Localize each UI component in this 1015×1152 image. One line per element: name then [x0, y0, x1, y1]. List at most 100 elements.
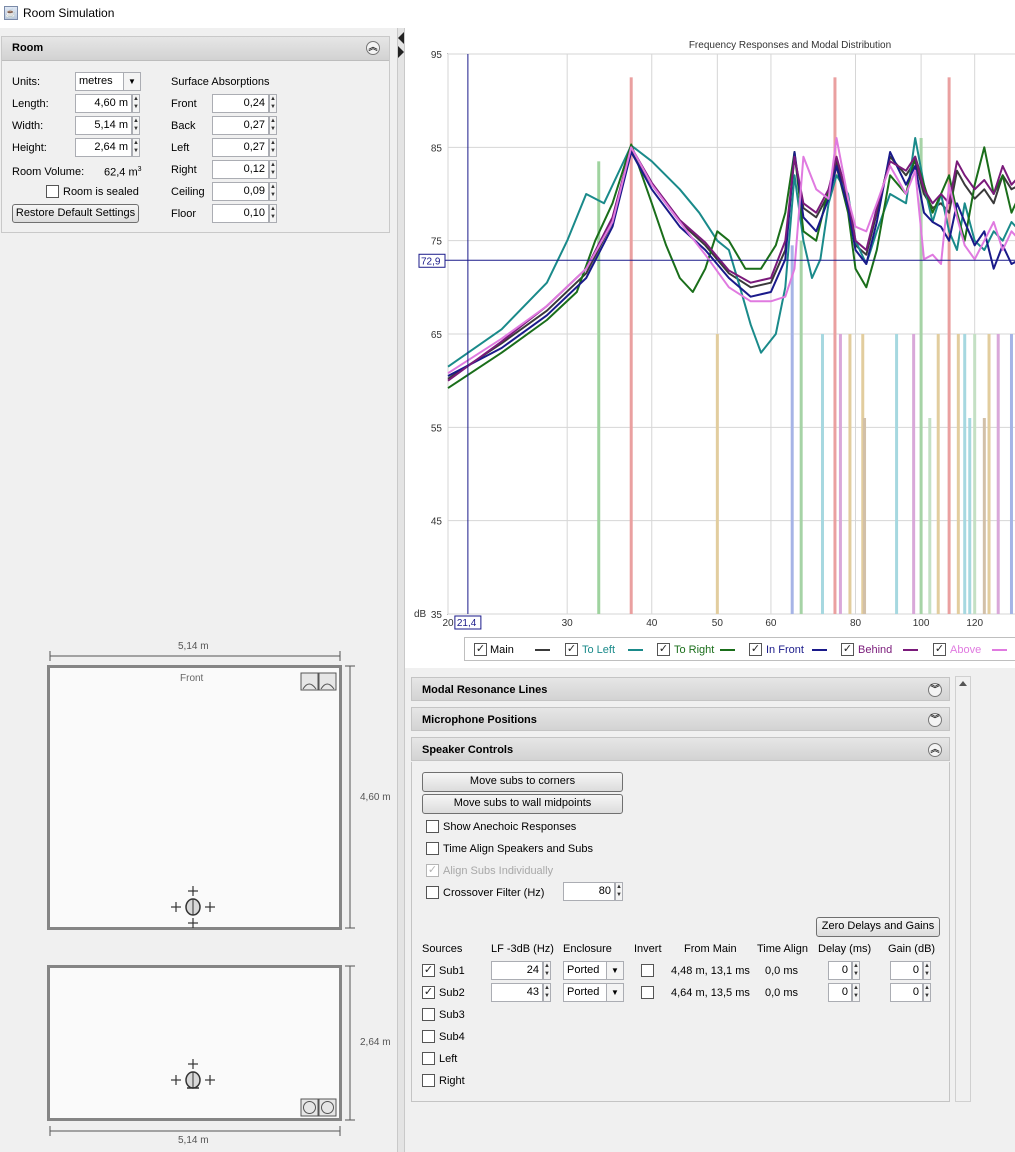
cursor-x-readout: 21,4	[457, 618, 477, 629]
plan-side-length: 4,60 m	[360, 792, 391, 803]
legend-to-right-checkbox[interactable]: ✓	[657, 643, 670, 656]
length-field[interactable]: 4,60 m	[75, 94, 132, 113]
sub1-lf-field[interactable]: 24	[491, 961, 543, 980]
room-sealed-checkbox[interactable]	[46, 185, 59, 198]
volume-unit-sup: 3	[137, 166, 142, 173]
sub2-lf-spinner[interactable]: ▲ ▼	[543, 983, 551, 1002]
surface-floor-spinner[interactable]: ▲ ▼	[269, 204, 277, 223]
crossover-filter-checkbox[interactable]	[426, 886, 439, 899]
front-wall-label: Front	[180, 673, 204, 684]
source-sub4-checkbox[interactable]	[422, 1030, 435, 1043]
sub-speakers-top-icon[interactable]	[299, 672, 339, 692]
legend-in-front-swatch	[812, 649, 827, 651]
sub1-enclosure-select[interactable]: Ported ▼	[563, 961, 624, 980]
restore-defaults-button[interactable]: Restore Default Settings	[12, 204, 139, 223]
col-delay: Delay (ms)	[818, 943, 872, 955]
units-select[interactable]: metres ▼	[75, 72, 141, 91]
sub1-gain-spinner[interactable]: ▲ ▼	[923, 961, 931, 980]
sub-speakers-side-icon[interactable]	[299, 1098, 339, 1118]
expand-down-icon[interactable]: ︾	[928, 713, 942, 727]
microphone-top-icon[interactable]	[168, 882, 218, 932]
width-field[interactable]: 5,14 m	[75, 116, 132, 135]
surface-back-spinner[interactable]: ▲ ▼	[269, 116, 277, 135]
sub2-gain-spinner[interactable]: ▲ ▼	[923, 983, 931, 1002]
legend-main-checkbox[interactable]: ✓	[474, 643, 487, 656]
sub1-gain-field[interactable]: 0	[890, 961, 923, 980]
time-align-checkbox[interactable]	[426, 842, 439, 855]
room-panel-title: Room	[12, 42, 44, 54]
source-sub1-checkbox[interactable]: ✓	[422, 964, 435, 977]
sub2-lf-field[interactable]: 43	[491, 983, 543, 1002]
sub2-delay-spinner[interactable]: ▲ ▼	[852, 983, 860, 1002]
surface-left-field[interactable]: 0,27	[212, 138, 269, 157]
width-spinner[interactable]: ▲ ▼	[132, 116, 140, 135]
cursor-y-readout: 72,9	[421, 256, 441, 267]
legend-to-left-checkbox[interactable]: ✓	[565, 643, 578, 656]
y-axis-unit: dB	[414, 609, 427, 620]
surface-back-field[interactable]: 0,27	[212, 116, 269, 135]
modal-section-title: Modal Resonance Lines	[422, 684, 548, 696]
surface-front-spinner[interactable]: ▲ ▼	[269, 94, 277, 113]
align-subs-individually-checkbox[interactable]: ✓	[426, 864, 439, 877]
sub2-invert-checkbox[interactable]	[641, 986, 654, 999]
source-sub2-checkbox[interactable]: ✓	[422, 986, 435, 999]
microphone-side-icon[interactable]	[168, 1055, 218, 1105]
sub1-invert-checkbox[interactable]	[641, 964, 654, 977]
legend-above-checkbox[interactable]: ✓	[933, 643, 946, 656]
sub1-lf-spinner[interactable]: ▲ ▼	[543, 961, 551, 980]
sub2-delay-field[interactable]: 0	[828, 983, 852, 1002]
modal-resonance-section-header[interactable]: Modal Resonance Lines ︾	[411, 677, 950, 701]
y-tick-label: 65	[431, 330, 443, 341]
source-sub3-checkbox[interactable]	[422, 1008, 435, 1021]
x-tick-label: 20	[442, 618, 454, 629]
length-label: Length:	[12, 98, 49, 110]
sub1-delay-field[interactable]: 0	[828, 961, 852, 980]
split-pane-divider[interactable]	[397, 28, 405, 1152]
crossover-filter-field[interactable]: 80	[563, 882, 615, 901]
sub2-gain-field[interactable]: 0	[890, 983, 923, 1002]
surface-front-field[interactable]: 0,24	[212, 94, 269, 113]
legend-behind-label: Behind	[858, 644, 893, 656]
expand-down-icon[interactable]: ︾	[928, 683, 942, 697]
surface-right-spinner[interactable]: ▲ ▼	[269, 160, 277, 179]
legend-in-front-checkbox[interactable]: ✓	[749, 643, 762, 656]
speaker-controls-section-header[interactable]: Speaker Controls ︽	[411, 737, 950, 761]
surface-left-spinner[interactable]: ▲ ▼	[269, 138, 277, 157]
modal-line	[963, 334, 967, 614]
vertical-scrollbar[interactable]	[955, 676, 971, 1102]
surface-ceiling-spinner[interactable]: ▲ ▼	[269, 182, 277, 201]
expand-right-arrow-icon[interactable]	[398, 46, 404, 58]
legend-behind-swatch	[903, 649, 918, 651]
sub2-enclosure-select[interactable]: Ported ▼	[563, 983, 624, 1002]
surface-ceiling-field[interactable]: 0,09	[212, 182, 269, 201]
move-subs-midpoints-button[interactable]: Move subs to wall midpoints	[422, 794, 623, 814]
collapse-up-icon[interactable]: ︽	[366, 41, 380, 55]
length-spinner[interactable]: ▲ ▼	[132, 94, 140, 113]
surface-right-field[interactable]: 0,12	[212, 160, 269, 179]
units-value: metres	[79, 75, 113, 87]
height-spinner[interactable]: ▲ ▼	[132, 138, 140, 157]
collapse-up-icon[interactable]: ︽	[928, 743, 942, 757]
surface-floor-field[interactable]: 0,10	[212, 204, 269, 223]
scroll-up-arrow-icon[interactable]	[959, 681, 967, 686]
source-right-checkbox[interactable]	[422, 1074, 435, 1087]
crossover-filter-spinner[interactable]: ▲ ▼	[615, 882, 623, 901]
sub1-delay-spinner[interactable]: ▲ ▼	[852, 961, 860, 980]
surface-left-label: Left	[171, 142, 190, 154]
modal-line	[956, 334, 960, 614]
sub1-from-main: 4,48 m, 13,1 ms	[671, 965, 750, 977]
move-subs-corners-button[interactable]: Move subs to corners	[422, 772, 623, 792]
room-panel-header[interactable]: Room ︽	[2, 37, 389, 61]
x-tick-label: 120	[966, 618, 983, 629]
collapse-left-arrow-icon[interactable]	[398, 32, 404, 44]
height-field[interactable]: 2,64 m	[75, 138, 132, 157]
col-enclosure: Enclosure	[563, 943, 612, 955]
modal-line	[820, 334, 824, 614]
source-left-checkbox[interactable]	[422, 1052, 435, 1065]
legend-behind-checkbox[interactable]: ✓	[841, 643, 854, 656]
frequency-response-chart[interactable]: 20 30 40 50 60 80 100 120 95 85 75 65 55 45 35 Frequen…	[405, 28, 1015, 636]
zero-delays-gains-button[interactable]: Zero Delays and Gains	[816, 917, 940, 937]
microphone-positions-section-header[interactable]: Microphone Positions ︾	[411, 707, 950, 731]
modal-line	[982, 418, 986, 614]
show-anechoic-checkbox[interactable]	[426, 820, 439, 833]
